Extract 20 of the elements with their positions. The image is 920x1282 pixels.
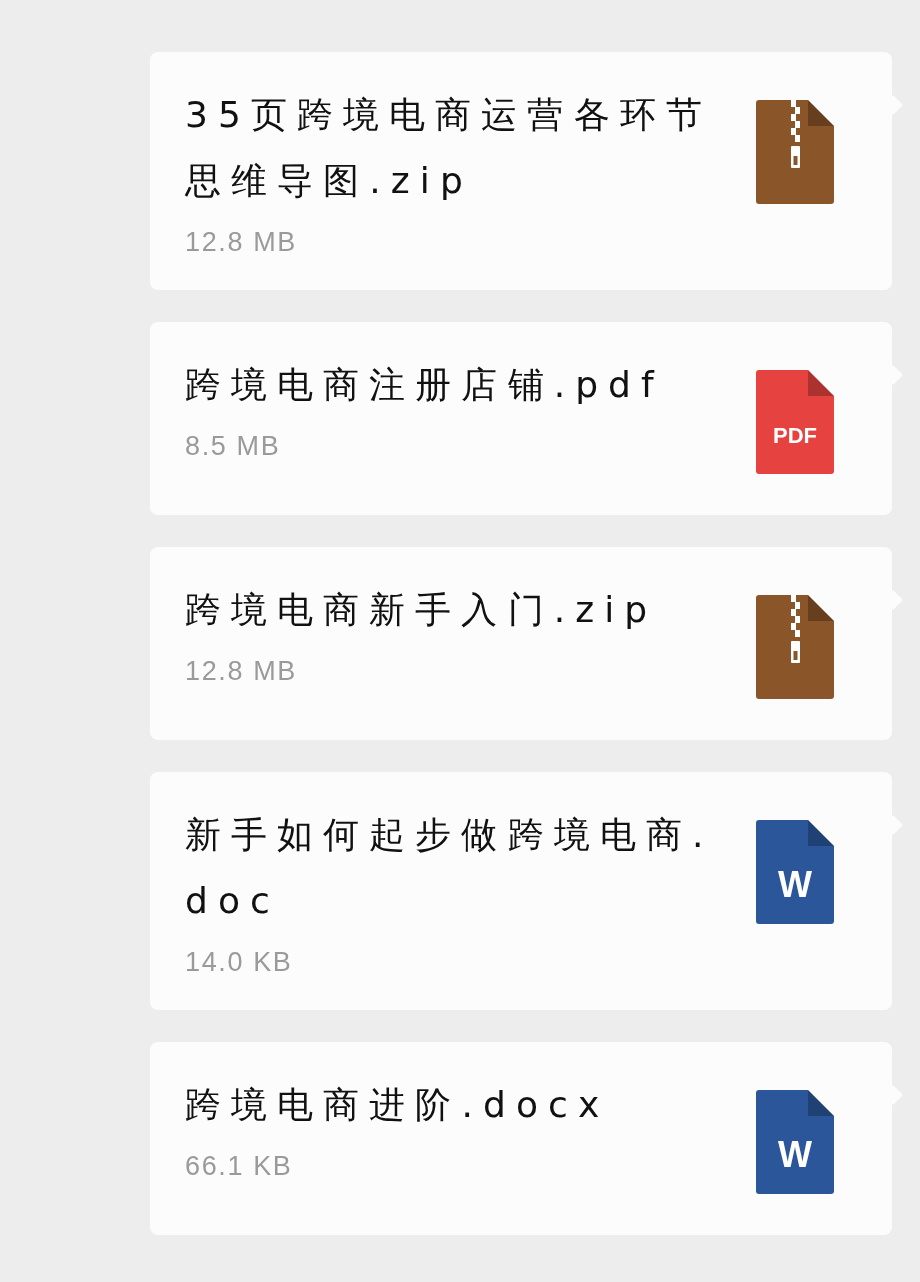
file-size: 8.5 MB [185, 430, 282, 463]
file-message-card[interactable]: 跨境电商新手入门.zip 12.8 MB [150, 547, 892, 740]
pdf-file-icon: PDF [756, 370, 834, 474]
word-file-icon: W [756, 820, 834, 924]
word-file-icon: W [756, 1090, 834, 1194]
file-name: 跨境电商进阶.docx [185, 1083, 611, 1127]
file-size: 12.8 MB [185, 226, 298, 259]
file-name: 跨境电商新手入门.zip [185, 588, 659, 632]
file-size: 66.1 KB [185, 1150, 294, 1183]
file-size: 14.0 KB [185, 946, 294, 979]
file-message-card[interactable]: 35页跨境电商运营各环节思维导图.zip 12.8 MB [150, 52, 892, 290]
file-message-card[interactable]: 跨境电商进阶.docx 66.1 KB W [150, 1042, 892, 1235]
zip-file-icon [756, 100, 834, 204]
file-size: 12.8 MB [185, 655, 298, 688]
file-name: 新手如何起步做跨境电商.doc [185, 813, 715, 923]
zip-file-icon [756, 595, 834, 699]
file-name: 35页跨境电商运营各环节思维导图.zip [185, 93, 713, 203]
file-message-card[interactable]: 跨境电商注册店铺.pdf 8.5 MB PDF [150, 322, 892, 515]
file-message-card[interactable]: 新手如何起步做跨境电商.doc 14.0 KB W [150, 772, 892, 1010]
file-name: 跨境电商注册店铺.pdf [185, 363, 665, 407]
